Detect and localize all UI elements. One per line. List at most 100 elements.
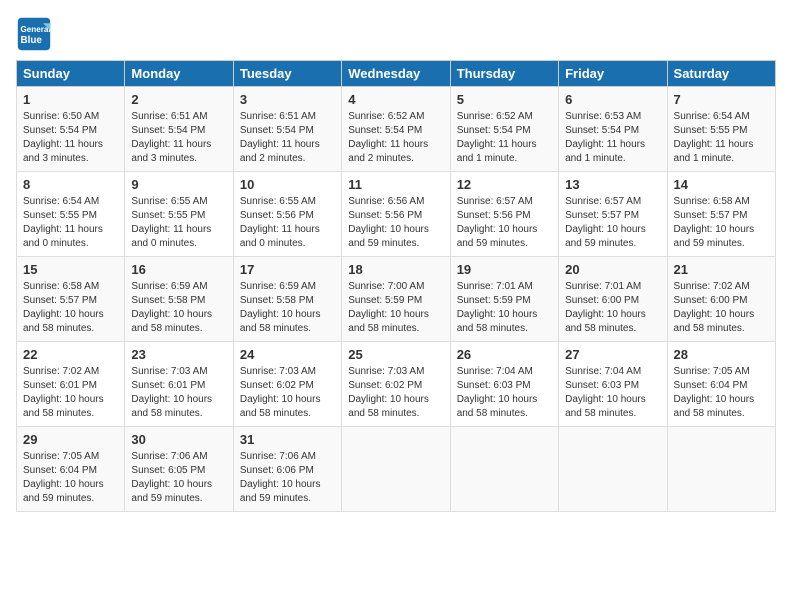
day-info: Sunrise: 6:51 AMSunset: 5:54 PMDaylight:… <box>131 110 226 166</box>
day-info: Sunrise: 7:01 AMSunset: 6:00 PMDaylight:… <box>565 280 660 336</box>
calendar-cell: 13Sunrise: 6:57 AMSunset: 5:57 PMDayligh… <box>559 172 667 257</box>
weekday-header-tuesday: Tuesday <box>233 61 341 87</box>
day-number: 3 <box>240 91 335 109</box>
calendar-cell: 14Sunrise: 6:58 AMSunset: 5:57 PMDayligh… <box>667 172 775 257</box>
day-info: Sunrise: 6:54 AMSunset: 5:55 PMDaylight:… <box>23 195 118 251</box>
calendar-header-row: SundayMondayTuesdayWednesdayThursdayFrid… <box>17 61 776 87</box>
calendar-cell: 31Sunrise: 7:06 AMSunset: 6:06 PMDayligh… <box>233 427 341 512</box>
calendar-cell: 8Sunrise: 6:54 AMSunset: 5:55 PMDaylight… <box>17 172 125 257</box>
calendar-cell: 23Sunrise: 7:03 AMSunset: 6:01 PMDayligh… <box>125 342 233 427</box>
calendar-cell: 3Sunrise: 6:51 AMSunset: 5:54 PMDaylight… <box>233 87 341 172</box>
day-number: 6 <box>565 91 660 109</box>
calendar-cell <box>450 427 558 512</box>
day-info: Sunrise: 6:51 AMSunset: 5:54 PMDaylight:… <box>240 110 335 166</box>
page-header: General Blue <box>16 16 776 52</box>
day-number: 9 <box>131 176 226 194</box>
day-number: 5 <box>457 91 552 109</box>
svg-text:General: General <box>21 25 51 34</box>
calendar-week-5: 29Sunrise: 7:05 AMSunset: 6:04 PMDayligh… <box>17 427 776 512</box>
day-info: Sunrise: 7:03 AMSunset: 6:02 PMDaylight:… <box>240 365 335 421</box>
calendar-cell: 22Sunrise: 7:02 AMSunset: 6:01 PMDayligh… <box>17 342 125 427</box>
day-number: 26 <box>457 346 552 364</box>
calendar-cell: 7Sunrise: 6:54 AMSunset: 5:55 PMDaylight… <box>667 87 775 172</box>
calendar-week-1: 1Sunrise: 6:50 AMSunset: 5:54 PMDaylight… <box>17 87 776 172</box>
day-info: Sunrise: 7:05 AMSunset: 6:04 PMDaylight:… <box>674 365 769 421</box>
day-info: Sunrise: 7:04 AMSunset: 6:03 PMDaylight:… <box>565 365 660 421</box>
day-number: 8 <box>23 176 118 194</box>
day-number: 17 <box>240 261 335 279</box>
day-info: Sunrise: 7:04 AMSunset: 6:03 PMDaylight:… <box>457 365 552 421</box>
calendar-cell: 9Sunrise: 6:55 AMSunset: 5:55 PMDaylight… <box>125 172 233 257</box>
day-number: 14 <box>674 176 769 194</box>
calendar-cell: 5Sunrise: 6:52 AMSunset: 5:54 PMDaylight… <box>450 87 558 172</box>
day-info: Sunrise: 6:57 AMSunset: 5:57 PMDaylight:… <box>565 195 660 251</box>
day-info: Sunrise: 6:52 AMSunset: 5:54 PMDaylight:… <box>348 110 443 166</box>
logo: General Blue <box>16 16 56 52</box>
day-number: 24 <box>240 346 335 364</box>
calendar-cell: 19Sunrise: 7:01 AMSunset: 5:59 PMDayligh… <box>450 257 558 342</box>
day-info: Sunrise: 7:03 AMSunset: 6:01 PMDaylight:… <box>131 365 226 421</box>
day-info: Sunrise: 7:06 AMSunset: 6:05 PMDaylight:… <box>131 450 226 506</box>
calendar-cell: 20Sunrise: 7:01 AMSunset: 6:00 PMDayligh… <box>559 257 667 342</box>
day-info: Sunrise: 7:02 AMSunset: 6:01 PMDaylight:… <box>23 365 118 421</box>
day-info: Sunrise: 7:01 AMSunset: 5:59 PMDaylight:… <box>457 280 552 336</box>
calendar-cell: 25Sunrise: 7:03 AMSunset: 6:02 PMDayligh… <box>342 342 450 427</box>
day-info: Sunrise: 6:58 AMSunset: 5:57 PMDaylight:… <box>674 195 769 251</box>
day-info: Sunrise: 6:57 AMSunset: 5:56 PMDaylight:… <box>457 195 552 251</box>
day-number: 2 <box>131 91 226 109</box>
day-number: 11 <box>348 176 443 194</box>
day-info: Sunrise: 6:59 AMSunset: 5:58 PMDaylight:… <box>131 280 226 336</box>
day-number: 15 <box>23 261 118 279</box>
calendar-cell: 12Sunrise: 6:57 AMSunset: 5:56 PMDayligh… <box>450 172 558 257</box>
day-number: 31 <box>240 431 335 449</box>
day-number: 16 <box>131 261 226 279</box>
day-info: Sunrise: 6:53 AMSunset: 5:54 PMDaylight:… <box>565 110 660 166</box>
calendar-cell <box>667 427 775 512</box>
day-number: 12 <box>457 176 552 194</box>
day-info: Sunrise: 6:58 AMSunset: 5:57 PMDaylight:… <box>23 280 118 336</box>
day-info: Sunrise: 7:05 AMSunset: 6:04 PMDaylight:… <box>23 450 118 506</box>
day-info: Sunrise: 6:55 AMSunset: 5:55 PMDaylight:… <box>131 195 226 251</box>
day-number: 30 <box>131 431 226 449</box>
day-info: Sunrise: 6:55 AMSunset: 5:56 PMDaylight:… <box>240 195 335 251</box>
day-number: 19 <box>457 261 552 279</box>
day-info: Sunrise: 6:56 AMSunset: 5:56 PMDaylight:… <box>348 195 443 251</box>
calendar-cell: 15Sunrise: 6:58 AMSunset: 5:57 PMDayligh… <box>17 257 125 342</box>
calendar-cell: 17Sunrise: 6:59 AMSunset: 5:58 PMDayligh… <box>233 257 341 342</box>
svg-text:Blue: Blue <box>21 35 43 46</box>
calendar-cell: 16Sunrise: 6:59 AMSunset: 5:58 PMDayligh… <box>125 257 233 342</box>
day-number: 28 <box>674 346 769 364</box>
day-number: 21 <box>674 261 769 279</box>
day-number: 7 <box>674 91 769 109</box>
calendar-week-4: 22Sunrise: 7:02 AMSunset: 6:01 PMDayligh… <box>17 342 776 427</box>
day-info: Sunrise: 7:06 AMSunset: 6:06 PMDaylight:… <box>240 450 335 506</box>
day-info: Sunrise: 6:54 AMSunset: 5:55 PMDaylight:… <box>674 110 769 166</box>
calendar-cell: 29Sunrise: 7:05 AMSunset: 6:04 PMDayligh… <box>17 427 125 512</box>
calendar-week-2: 8Sunrise: 6:54 AMSunset: 5:55 PMDaylight… <box>17 172 776 257</box>
weekday-header-monday: Monday <box>125 61 233 87</box>
weekday-header-saturday: Saturday <box>667 61 775 87</box>
logo-icon: General Blue <box>16 16 52 52</box>
day-number: 10 <box>240 176 335 194</box>
calendar-cell: 1Sunrise: 6:50 AMSunset: 5:54 PMDaylight… <box>17 87 125 172</box>
calendar-cell: 10Sunrise: 6:55 AMSunset: 5:56 PMDayligh… <box>233 172 341 257</box>
day-info: Sunrise: 6:59 AMSunset: 5:58 PMDaylight:… <box>240 280 335 336</box>
calendar-cell: 6Sunrise: 6:53 AMSunset: 5:54 PMDaylight… <box>559 87 667 172</box>
calendar-cell: 11Sunrise: 6:56 AMSunset: 5:56 PMDayligh… <box>342 172 450 257</box>
day-number: 22 <box>23 346 118 364</box>
day-number: 29 <box>23 431 118 449</box>
calendar-table: SundayMondayTuesdayWednesdayThursdayFrid… <box>16 60 776 512</box>
calendar-week-3: 15Sunrise: 6:58 AMSunset: 5:57 PMDayligh… <box>17 257 776 342</box>
calendar-cell: 27Sunrise: 7:04 AMSunset: 6:03 PMDayligh… <box>559 342 667 427</box>
day-info: Sunrise: 6:52 AMSunset: 5:54 PMDaylight:… <box>457 110 552 166</box>
weekday-header-friday: Friday <box>559 61 667 87</box>
day-number: 13 <box>565 176 660 194</box>
day-number: 20 <box>565 261 660 279</box>
calendar-cell: 2Sunrise: 6:51 AMSunset: 5:54 PMDaylight… <box>125 87 233 172</box>
day-number: 25 <box>348 346 443 364</box>
day-info: Sunrise: 7:03 AMSunset: 6:02 PMDaylight:… <box>348 365 443 421</box>
day-number: 18 <box>348 261 443 279</box>
day-number: 23 <box>131 346 226 364</box>
day-info: Sunrise: 6:50 AMSunset: 5:54 PMDaylight:… <box>23 110 118 166</box>
calendar-cell: 26Sunrise: 7:04 AMSunset: 6:03 PMDayligh… <box>450 342 558 427</box>
